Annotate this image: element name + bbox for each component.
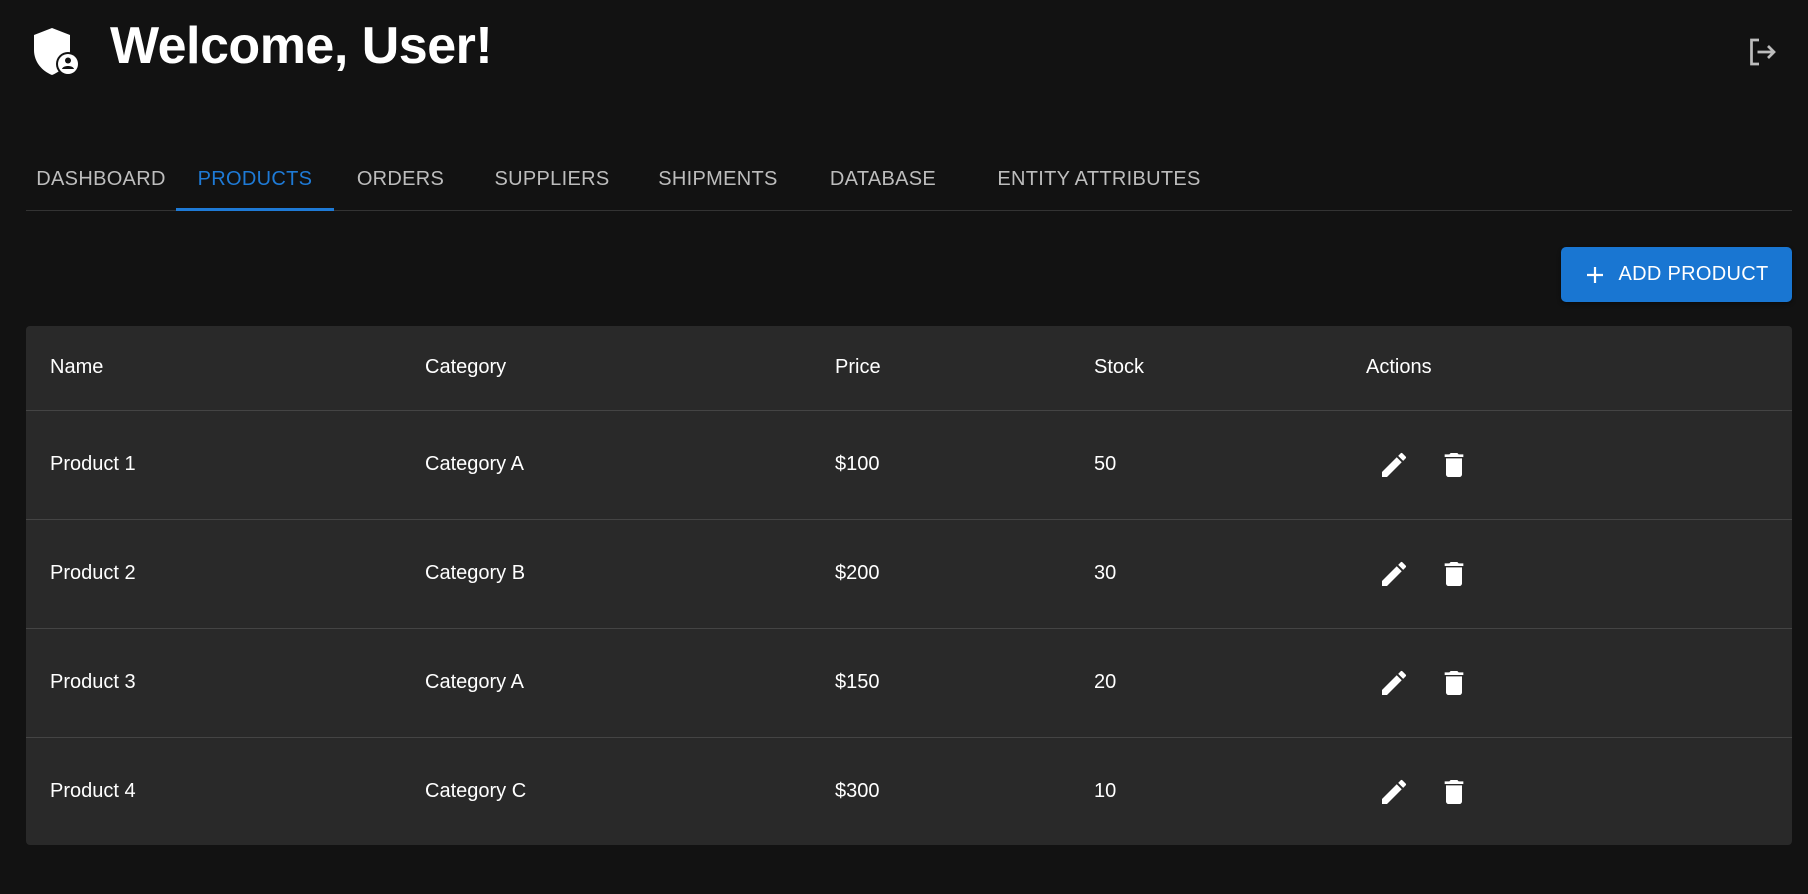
delete-button[interactable]	[1434, 445, 1474, 485]
delete-button[interactable]	[1434, 554, 1474, 594]
delete-icon	[1444, 670, 1464, 695]
delete-button[interactable]	[1434, 772, 1474, 812]
column-header-name: Name	[50, 356, 104, 379]
column-header-category: Category	[425, 356, 507, 379]
table-row: Product 1 Category A $100 50	[26, 410, 1792, 519]
cell-category: Category A	[425, 671, 524, 693]
column-header-actions: Actions	[1366, 356, 1432, 379]
column-header-price: Price	[835, 356, 881, 379]
logout-button[interactable]	[1744, 34, 1780, 70]
delete-icon	[1444, 452, 1464, 477]
table-row: Product 4 Category C $300 10	[26, 737, 1792, 845]
tab-shipments[interactable]: SHIPMENTS	[637, 148, 799, 210]
tab-entity-attributes[interactable]: ENTITY ATTRIBUTES	[967, 148, 1231, 210]
cell-actions	[1342, 737, 1792, 845]
edit-button[interactable]	[1374, 554, 1414, 594]
edit-icon	[1382, 779, 1407, 804]
cell-actions	[1342, 519, 1792, 628]
edit-icon	[1382, 670, 1407, 695]
delete-button[interactable]	[1434, 663, 1474, 703]
edit-button[interactable]	[1374, 772, 1414, 812]
cell-name: Product 2	[50, 562, 136, 584]
edit-button[interactable]	[1374, 663, 1414, 703]
delete-icon	[1444, 561, 1464, 586]
products-table: Name Category Price Stock Actions Produc…	[26, 326, 1792, 845]
plus-icon	[1586, 266, 1603, 283]
cell-category: Category A	[425, 453, 524, 475]
table-row: Product 3 Category A $150 20	[26, 628, 1792, 737]
cell-name: Product 1	[50, 453, 136, 475]
logout-icon	[1750, 38, 1776, 66]
add-product-label: ADD PRODUCT	[1618, 263, 1769, 285]
shield-user-icon	[34, 28, 80, 76]
table-header-row: Name Category Price Stock Actions	[26, 326, 1792, 410]
cell-actions	[1342, 410, 1792, 519]
add-product-button[interactable]: ADD PRODUCT	[1561, 247, 1792, 302]
cell-stock: 30	[1094, 562, 1117, 584]
tab-suppliers[interactable]: SUPPLIERS	[467, 148, 637, 210]
app-header: Welcome, User!	[0, 0, 1808, 100]
cell-price: $100	[835, 453, 880, 475]
table-row: Product 2 Category B $200 30	[26, 519, 1792, 628]
cell-price: $150	[835, 671, 880, 693]
edit-icon	[1382, 561, 1407, 586]
page-title: Welcome, User!	[110, 17, 493, 75]
cell-actions	[1342, 628, 1792, 737]
cell-category: Category C	[425, 780, 527, 803]
edit-button[interactable]	[1374, 445, 1414, 485]
tab-database[interactable]: DATABASE	[799, 148, 967, 210]
cell-price: $200	[835, 562, 880, 584]
cell-stock: 10	[1094, 780, 1117, 803]
tab-dashboard[interactable]: DASHBOARD	[26, 148, 176, 210]
edit-icon	[1382, 452, 1407, 477]
cell-category: Category B	[425, 562, 526, 584]
cell-name: Product 4	[50, 780, 136, 803]
tab-products[interactable]: PRODUCTS	[176, 148, 334, 211]
main-tabs: DASHBOARD PRODUCTS ORDERS SUPPLIERS SHIP…	[26, 148, 1792, 211]
tab-orders[interactable]: ORDERS	[334, 148, 467, 210]
cell-price: $300	[835, 780, 880, 803]
cell-name: Product 3	[50, 671, 136, 693]
delete-icon	[1444, 779, 1464, 804]
cell-stock: 20	[1094, 671, 1117, 693]
cell-stock: 50	[1094, 453, 1117, 475]
column-header-stock: Stock	[1094, 356, 1145, 379]
